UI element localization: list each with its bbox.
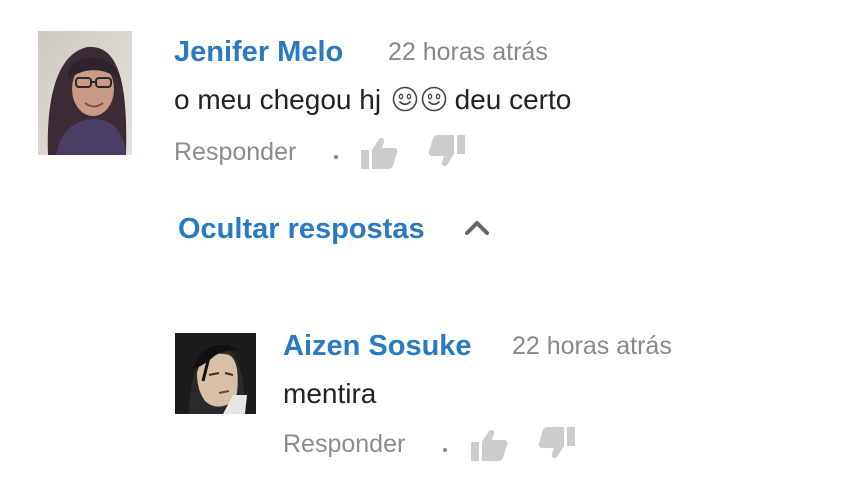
avatar-image — [175, 333, 256, 414]
comment-text: mentira — [283, 378, 377, 409]
comment-text-main: o meu chegou hj — [174, 84, 382, 115]
chevron-up-icon[interactable] — [464, 218, 490, 236]
comment-author[interactable]: Aizen Sosuke — [283, 330, 472, 363]
separator-dot — [443, 448, 447, 452]
smiley-icon — [421, 86, 447, 112]
comment-thread: Jenifer Melo 22 horas atrás o meu chegou… — [0, 0, 854, 500]
avatar[interactable] — [38, 31, 132, 155]
thumbs-down-icon[interactable] — [428, 134, 466, 168]
thumbs-down-icon[interactable] — [538, 426, 576, 460]
comment-author[interactable]: Jenifer Melo — [174, 36, 343, 69]
comment-text: o meu chegou hj deu certo — [174, 84, 571, 116]
separator-dot — [334, 155, 338, 159]
comment-text-suffix: deu certo — [454, 84, 572, 115]
avatar-image — [38, 31, 132, 155]
reply-button[interactable]: Responder — [283, 430, 405, 459]
comment-timestamp[interactable]: 22 horas atrás — [512, 332, 672, 361]
reply-button[interactable]: Responder — [174, 138, 296, 167]
thumbs-up-icon[interactable] — [470, 428, 508, 462]
avatar[interactable] — [175, 333, 256, 414]
smiley-icon — [392, 86, 418, 112]
hide-replies-button[interactable]: Ocultar respostas — [178, 213, 425, 246]
thumbs-up-icon[interactable] — [360, 136, 398, 170]
comment-timestamp[interactable]: 22 horas atrás — [388, 38, 548, 67]
